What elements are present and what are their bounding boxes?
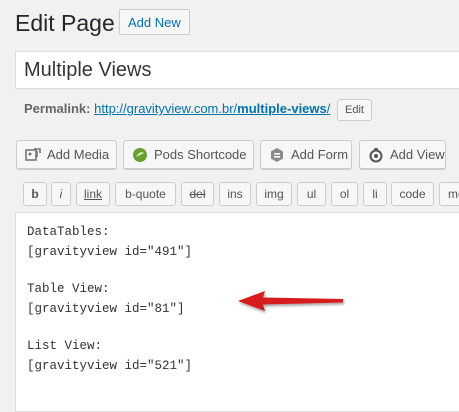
add-view-label: Add View: [390, 147, 445, 162]
editor-line: DataTables:: [27, 225, 110, 239]
editor-line: [gravityview id="491"]: [27, 245, 193, 259]
permalink-url-base: http://gravityview.com.br/: [94, 101, 238, 116]
qt-code-button[interactable]: code: [391, 182, 434, 206]
add-form-button[interactable]: Add Form: [260, 140, 352, 169]
qt-del-button[interactable]: del: [181, 182, 214, 206]
edit-slug-button[interactable]: Edit: [337, 98, 372, 121]
qt-li-button[interactable]: li: [363, 182, 387, 206]
pods-shortcode-button[interactable]: Pods Shortcode: [123, 140, 254, 169]
gravityview-icon: [369, 148, 383, 163]
permalink-link[interactable]: http://gravityview.com.br/multiple-views…: [94, 101, 330, 116]
qt-bold-button[interactable]: b: [23, 182, 47, 206]
editor-line: Table View:: [27, 282, 110, 296]
qt-more-button[interactable]: mo: [439, 182, 459, 206]
arrow-shape: [238, 291, 343, 311]
qt-ins-button[interactable]: ins: [219, 182, 251, 206]
gravity-forms-icon: [271, 148, 283, 162]
qt-italic-button[interactable]: i: [51, 182, 71, 206]
add-new-button[interactable]: Add New: [119, 9, 190, 35]
qt-ul-button[interactable]: ul: [297, 182, 326, 206]
red-arrow-annotation: [238, 291, 343, 311]
permalink-url-end: /: [326, 101, 331, 116]
add-media-icon: [25, 148, 41, 161]
editor-line: List View:: [27, 339, 103, 353]
editor-line: [gravityview id="521"]: [27, 359, 193, 373]
permalink-slug: multiple-views: [237, 101, 327, 116]
page-title: Edit Page: [15, 10, 115, 36]
qt-bquote-button[interactable]: b-quote: [115, 182, 176, 206]
qt-img-button[interactable]: img: [256, 182, 292, 206]
add-form-label: Add Form: [291, 147, 349, 162]
editor-line: [gravityview id="81"]: [27, 302, 185, 316]
add-media-label: Add Media: [47, 147, 110, 162]
qt-link-button[interactable]: link: [76, 182, 110, 206]
add-view-button[interactable]: Add View: [359, 140, 446, 169]
qt-ol-button[interactable]: ol: [331, 182, 358, 206]
permalink-label: Permalink:: [24, 101, 91, 116]
post-title-input[interactable]: [15, 51, 459, 89]
pods-icon: [133, 148, 147, 162]
pods-shortcode-label: Pods Shortcode: [154, 147, 247, 162]
permalink-row: Permalink: http://gravityview.com.br/mul…: [24, 97, 372, 121]
add-media-button[interactable]: Add Media: [16, 140, 117, 169]
